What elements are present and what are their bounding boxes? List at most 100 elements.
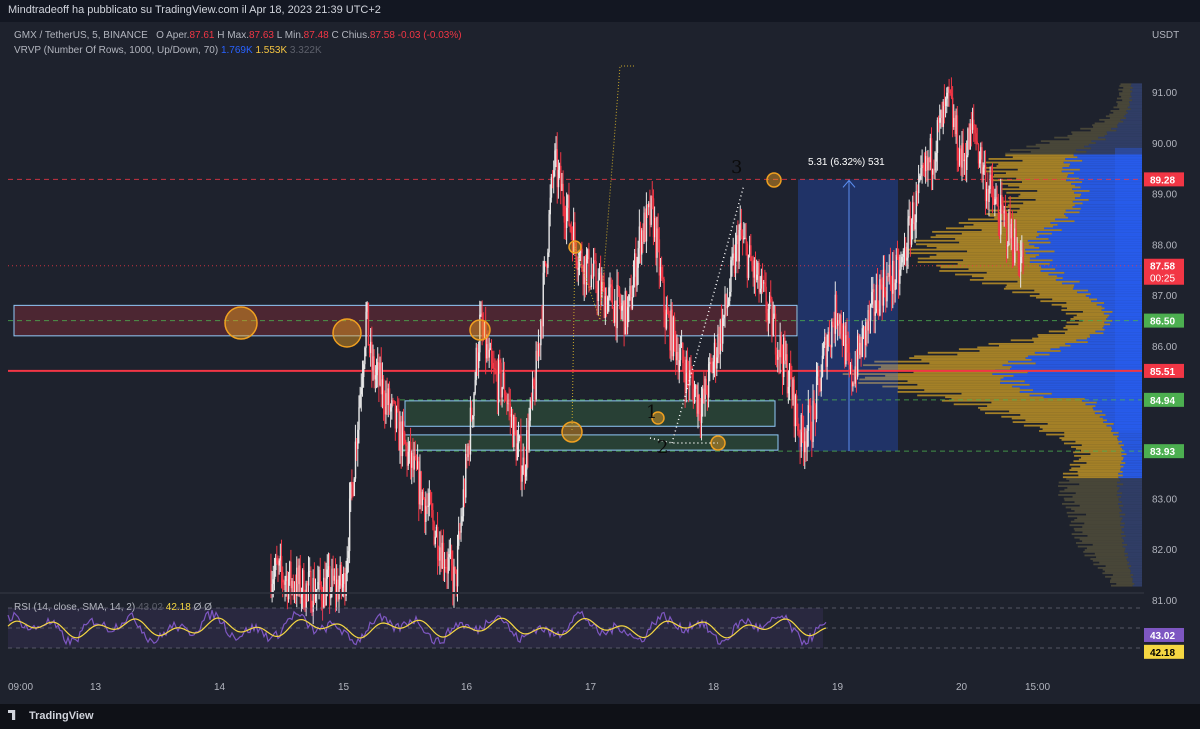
vp-bar-down (1063, 497, 1119, 500)
vp-bar-down (993, 174, 1068, 176)
vp-bar-up (1132, 581, 1142, 584)
candle-body (813, 400, 815, 406)
vp-bar-down (1109, 581, 1133, 584)
candle-body (637, 248, 639, 268)
time-tick-label: 13 (90, 682, 102, 693)
rsi-legend[interactable]: RSI (14, close, SMA, 14, 2) 43.02 42.18 … (14, 602, 212, 613)
vp-bar-down (1116, 101, 1130, 103)
vp-bar-down (1064, 488, 1119, 491)
candle-body (828, 331, 831, 346)
vrvp-label[interactable]: VRVP (Number Of Rows, 1000, Up/Down, 70) (14, 45, 218, 56)
vp-bar-down (1064, 435, 1119, 438)
candle-body (414, 455, 417, 458)
vp-bar-up (1088, 143, 1142, 146)
vp-bar-down (1121, 95, 1132, 98)
candle-body (325, 578, 327, 606)
measure-label: 5.31 (6.32%) 531 (808, 157, 885, 168)
symbol-name[interactable]: GMX / TetherUS, 5, BINANCE (14, 30, 148, 41)
candle-body (759, 288, 761, 293)
vp-bar-up (1120, 463, 1142, 466)
vp-bar-down (1099, 561, 1130, 564)
vp-bar-down (1010, 149, 1077, 151)
candle-body (563, 206, 566, 223)
vp-bar-up (1107, 133, 1142, 135)
vp-bar-up (1111, 127, 1142, 130)
vp-bar-up (1117, 437, 1142, 439)
candle-body (948, 86, 950, 91)
vp-bar-down (1069, 463, 1121, 466)
candle-body (946, 92, 948, 99)
level-tag-label: 87.58 (1150, 262, 1175, 273)
vp-bar-up (1116, 485, 1142, 487)
candle-body (847, 343, 849, 353)
vp-bar-down (1093, 563, 1128, 566)
vp-bar-up (1127, 543, 1142, 546)
vp-bar-down (1033, 341, 1088, 343)
vp-bar-down (1023, 202, 1083, 205)
vp-bar-up (1121, 451, 1142, 454)
vp-bar-up (1123, 115, 1142, 118)
vp-bar-up (1121, 501, 1142, 503)
chart-canvas[interactable]: 5.31 (6.32%) 531 123 USDT80.0081.0082.00… (0, 0, 1200, 729)
vp-bar-down (983, 277, 1063, 279)
price-tick-label: 86.00 (1152, 342, 1177, 353)
highlight-circle (766, 172, 782, 188)
candle-body (627, 307, 629, 328)
vp-bar-down (880, 366, 1012, 368)
tradingview-logo: TradingView (8, 710, 94, 722)
level-tag-label: 85.51 (1150, 367, 1175, 378)
symbol-legend[interactable]: GMX / TetherUS, 5, BINANCE O Aper.87.61 … (14, 30, 462, 41)
candle-body (367, 302, 370, 346)
vp-bar-up (1105, 138, 1142, 141)
candle-body (988, 188, 990, 202)
vp-bar-up (1125, 117, 1142, 119)
candle-body (451, 550, 453, 566)
vp-bar-down (1067, 307, 1105, 310)
rsi-label[interactable]: RSI (14, close, SMA, 14, 2) (14, 602, 135, 613)
candle-body (726, 305, 729, 309)
vp-bar-down (917, 394, 1030, 397)
candle-body (662, 277, 664, 280)
candle-body (806, 430, 808, 448)
vp-bar-down (1090, 453, 1127, 455)
vp-bar-down (987, 405, 1096, 407)
vp-bar-down (1077, 545, 1123, 548)
vp-bar-up (1084, 145, 1142, 148)
vp-bar-down (1117, 104, 1130, 107)
candle-body (529, 400, 532, 421)
vp-bar-down (1111, 584, 1133, 587)
vp-bar-up (1122, 474, 1142, 477)
vp-bar-up (1130, 572, 1142, 575)
price-axis[interactable]: USDT80.0081.0082.0083.0084.0085.0086.008… (1144, 22, 1200, 704)
candle-body (761, 275, 764, 284)
vp-bar-down (1012, 421, 1104, 423)
vp-bar-down (992, 175, 1068, 178)
vp-bar-down (1065, 325, 1104, 327)
candle-body (820, 376, 823, 392)
candle-body (425, 505, 427, 522)
vp-bar-down (1039, 147, 1091, 150)
vp-bar-up (1127, 563, 1142, 566)
vp-bar-down (967, 250, 1055, 253)
vp-bar-down (897, 387, 1020, 390)
vp-bar-up (1098, 136, 1142, 139)
vp-bar-down (981, 229, 1062, 231)
vp-bar-up (1129, 102, 1142, 105)
vp-bar-down (1017, 168, 1080, 171)
vp-bar-down (1090, 558, 1127, 560)
publisher-text: Mindtradeoff ha pubblicato su TradingVie… (8, 4, 381, 16)
candle-body (432, 510, 434, 522)
vp-bar-down (1066, 478, 1120, 480)
candle-body (506, 400, 508, 404)
candle-body (801, 415, 804, 433)
candle-body (657, 228, 659, 240)
vp-bar-up (1119, 515, 1142, 518)
zone-support (404, 400, 776, 427)
vp-bar-down (1006, 284, 1075, 287)
candle-body (448, 554, 451, 558)
vrvp-legend[interactable]: VRVP (Number Of Rows, 1000, Up/Down, 70)… (14, 45, 322, 56)
vp-bar-down (1064, 442, 1119, 445)
vp-bar-down (1119, 92, 1131, 95)
highlight-circle (561, 421, 583, 443)
vp-bar-down (1020, 193, 1082, 196)
